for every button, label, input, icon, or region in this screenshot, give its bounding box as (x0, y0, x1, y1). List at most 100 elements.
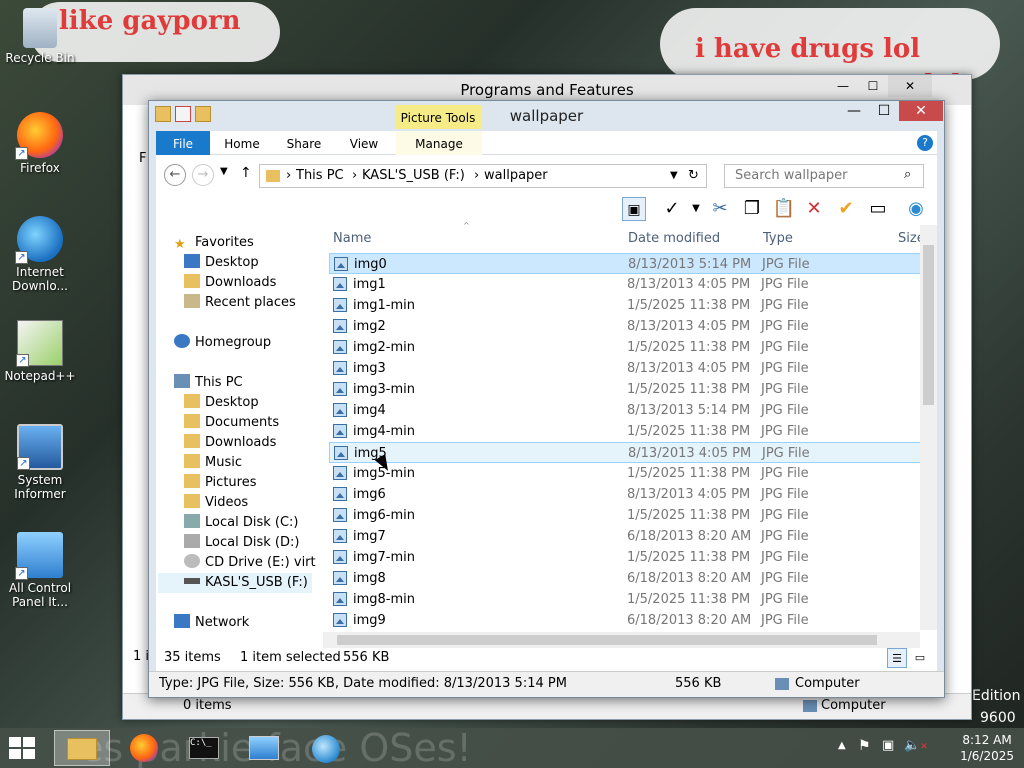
desktop-icon-internet-download-manager[interactable]: ↗ Internet Downlo... (2, 216, 78, 293)
file-row[interactable]: img8 6/18/2013 8:20 AM JPG File (329, 568, 923, 589)
tab-share[interactable]: Share (280, 131, 328, 155)
nav-pc-videos[interactable]: Videos (184, 493, 248, 513)
nav-pc-local-disk-c[interactable]: Local Disk (C:) (184, 513, 298, 533)
desktop-icon-firefox[interactable]: ↗ Firefox (2, 112, 78, 175)
chevron-down-icon[interactable]: ▼ (684, 197, 708, 221)
help-icon[interactable]: ? (917, 135, 933, 151)
delete-icon[interactable]: ✕ (802, 197, 826, 221)
desktop-icon-notepad-plus-plus[interactable]: ↗ Notepad++ (2, 320, 78, 383)
breadcrumb-usb[interactable]: KASL'S_USB (F:) (362, 165, 465, 187)
title-bar[interactable]: Picture Tools wallpaper — ☐ ✕ (149, 101, 944, 131)
properties-check-icon[interactable]: ✔ (834, 197, 858, 221)
file-row[interactable]: img6 8/13/2013 4:05 PM JPG File (329, 484, 923, 505)
back-window-minimize-button[interactable]: — (828, 75, 858, 97)
explorer-window[interactable]: Picture Tools wallpaper — ☐ ✕ File Home … (148, 100, 945, 698)
tab-file[interactable]: File (156, 131, 210, 155)
forward-button[interactable]: → (192, 164, 214, 186)
file-row[interactable]: img5-min 1/5/2025 11:38 PM JPG File (329, 463, 923, 484)
file-row[interactable]: img3-min 1/5/2025 11:38 PM JPG File (329, 379, 923, 400)
options-icon[interactable]: ✓ (660, 197, 684, 221)
nav-pc-pictures[interactable]: Pictures (184, 473, 256, 493)
paste-icon[interactable]: 📋 (772, 197, 796, 221)
back-window-maximize-button[interactable]: ☐ (858, 75, 888, 97)
file-row[interactable]: img2 8/13/2013 4:05 PM JPG File (329, 316, 923, 337)
tab-home[interactable]: Home (218, 131, 266, 155)
nav-fav-downloads[interactable]: Downloads (184, 273, 276, 293)
taskbar-system-informer[interactable] (236, 730, 292, 766)
column-header-type[interactable]: Type (763, 231, 793, 246)
nav-pc-documents[interactable]: Documents (184, 413, 279, 433)
breadcrumb-this-pc[interactable]: This PC (296, 165, 344, 187)
cut-icon[interactable]: ✂ (708, 197, 732, 221)
back-window-close-button[interactable]: ✕ (888, 75, 932, 97)
firefox-icon: ↗ (15, 112, 63, 160)
copy-icon[interactable]: ❐ (740, 197, 764, 221)
nav-homegroup[interactable]: Homegroup (174, 333, 271, 353)
taskbar-command-prompt[interactable]: C:\_ (176, 730, 232, 766)
file-row[interactable]: img5 8/13/2013 4:05 PM JPG File (329, 442, 923, 463)
scrollbar-thumb[interactable] (923, 245, 934, 405)
nav-pc-desktop[interactable]: Desktop (184, 393, 259, 413)
up-button[interactable]: ↑ (240, 165, 252, 181)
nav-pc-downloads[interactable]: Downloads (184, 433, 276, 453)
breadcrumb-wallpaper[interactable]: wallpaper (484, 165, 548, 187)
scrollbar-thumb[interactable] (337, 635, 877, 645)
file-row[interactable]: img0 8/13/2013 5:14 PM JPG File (329, 253, 923, 274)
address-bar[interactable]: › This PC › KASL'S_USB (F:) › wallpaper … (259, 164, 707, 188)
tab-manage[interactable]: Manage (396, 131, 482, 155)
desktop-icon-control-panel[interactable]: ↗ All Control Panel It... (2, 532, 78, 609)
file-row[interactable]: img7-min 1/5/2025 11:38 PM JPG File (329, 547, 923, 568)
image-file-icon (333, 298, 347, 312)
taskbar-programs-and-features[interactable] (298, 730, 354, 766)
nav-fav-recent-places[interactable]: Recent places (184, 293, 296, 313)
file-row[interactable]: img1 8/13/2013 4:05 PM JPG File (329, 274, 923, 295)
taskbar-firefox[interactable] (116, 730, 172, 766)
action-center-flag-icon[interactable]: ⚑ (858, 738, 871, 754)
recent-locations-chevron-icon[interactable]: ▼ (220, 166, 228, 177)
clock[interactable]: 8:12 AM 1/6/2025 (960, 732, 1014, 764)
desktop-icon-system-informer[interactable]: ↗ System Informer (2, 424, 78, 501)
nav-fav-desktop[interactable]: Desktop (184, 253, 259, 273)
file-row[interactable]: img3 8/13/2013 4:05 PM JPG File (329, 358, 923, 379)
file-row[interactable]: img8-min 1/5/2025 11:38 PM JPG File (329, 589, 923, 610)
tab-view[interactable]: View (340, 131, 388, 155)
search-input[interactable]: Search wallpaper (724, 164, 924, 188)
file-row[interactable]: img9 6/18/2013 8:20 AM JPG File (329, 610, 923, 631)
refresh-icon[interactable]: ↻ (688, 165, 699, 187)
nav-favorites[interactable]: ★ Favorites (174, 233, 254, 253)
preview-pane-icon[interactable]: ▣ (622, 197, 646, 221)
taskbar-file-explorer[interactable] (54, 730, 110, 766)
file-row[interactable]: img6-min 1/5/2025 11:38 PM JPG File (329, 505, 923, 526)
maximize-button[interactable]: ☐ (869, 101, 899, 121)
nav-this-pc[interactable]: This PC (174, 373, 243, 393)
address-dropdown-icon[interactable]: ▼ (670, 165, 678, 187)
start-button[interactable] (8, 736, 36, 760)
details-view-button[interactable]: ☰ (887, 648, 907, 668)
large-icons-view-button[interactable]: ▭ (912, 648, 928, 668)
homegroup-icon (174, 334, 190, 348)
file-row[interactable]: img7 6/18/2013 8:20 AM JPG File (329, 526, 923, 547)
close-button[interactable]: ✕ (899, 101, 943, 121)
back-button[interactable]: ← (164, 164, 186, 186)
file-row[interactable]: img4 8/13/2013 5:14 PM JPG File (329, 400, 923, 421)
globe-icon[interactable]: ◉ (904, 197, 928, 221)
minimize-button[interactable]: — (839, 101, 869, 121)
network-status-icon[interactable]: ▣ (882, 738, 894, 753)
nav-pc-music[interactable]: Music (184, 453, 242, 473)
desktop-icon-recycle-bin[interactable]: Recycle Bin (2, 8, 78, 65)
nav-pc-local-disk-d[interactable]: Local Disk (D:) (184, 533, 299, 553)
file-row[interactable]: img1-min 1/5/2025 11:38 PM JPG File (329, 295, 923, 316)
column-header-date[interactable]: Date modified (628, 231, 720, 246)
nav-pc-cd-drive[interactable]: CD Drive (E:) virt (184, 553, 316, 573)
search-icon[interactable]: ⌕ (904, 167, 911, 182)
file-row[interactable]: img4-min 1/5/2025 11:38 PM JPG File (329, 421, 923, 442)
nav-pc-usb[interactable]: KASL'S_USB (F:) (158, 573, 312, 593)
horizontal-scrollbar[interactable] (323, 632, 920, 648)
column-header-name[interactable]: Name (333, 231, 371, 246)
file-row[interactable]: img2-min 1/5/2025 11:38 PM JPG File (329, 337, 923, 358)
tray-overflow-icon[interactable]: ▲ (838, 740, 846, 751)
vertical-scrollbar[interactable] (920, 225, 937, 630)
nav-network[interactable]: Network (174, 613, 249, 633)
volume-muted-icon[interactable]: 🔈✕ (904, 738, 928, 753)
rename-icon[interactable]: ▭ (866, 197, 890, 221)
